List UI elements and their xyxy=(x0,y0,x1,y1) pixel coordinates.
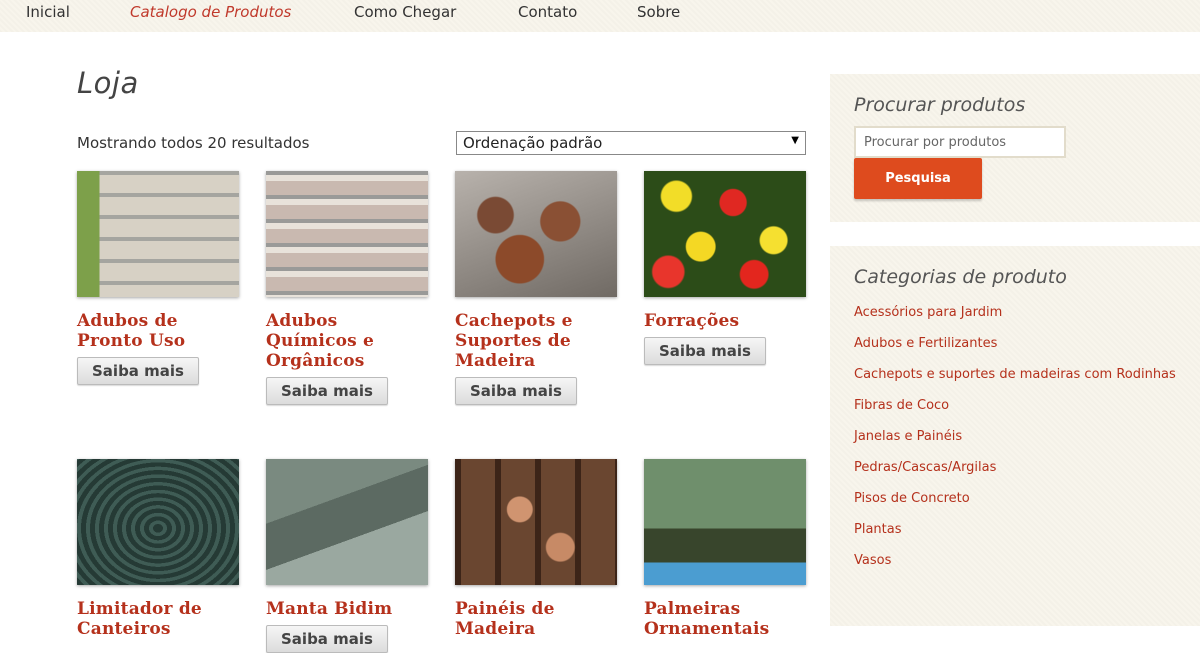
product-name[interactable]: Limitador de Canteiros xyxy=(77,599,239,639)
top-navigation: Inicial Catalogo de Produtos Como Chegar… xyxy=(0,0,1200,32)
category-link[interactable]: Vasos xyxy=(854,550,1176,571)
product-name[interactable]: Manta Bidim xyxy=(266,599,428,619)
saiba-mais-button[interactable]: Saiba mais xyxy=(77,357,199,385)
categories-widget-title: Categorias de produto xyxy=(854,266,1067,288)
product-image[interactable] xyxy=(77,459,239,585)
ordering-selected-value: Ordenação padrão xyxy=(463,134,603,152)
category-link[interactable]: Plantas xyxy=(854,519,1176,540)
search-input[interactable] xyxy=(854,126,1066,158)
nav-item-como-chegar[interactable]: Como Chegar xyxy=(354,3,456,21)
product-image[interactable] xyxy=(266,459,428,585)
category-link[interactable]: Adubos e Fertilizantes xyxy=(854,333,1176,354)
product-name[interactable]: Palmeiras Ornamentais xyxy=(644,599,806,639)
nav-item-catalogo[interactable]: Catalogo de Produtos xyxy=(130,3,291,21)
search-button[interactable]: Pesquisa xyxy=(854,158,982,199)
saiba-mais-button[interactable]: Saiba mais xyxy=(455,377,577,405)
search-widget: Procurar produtos Pesquisa xyxy=(830,74,1200,222)
category-link[interactable]: Janelas e Painéis xyxy=(854,426,1176,447)
saiba-mais-button[interactable]: Saiba mais xyxy=(266,377,388,405)
product-card: Palmeiras Ornamentais xyxy=(644,459,806,639)
product-image[interactable] xyxy=(77,171,239,297)
product-card: Adubos Químicos e Orgânicos Saiba mais xyxy=(266,171,428,405)
ordering-select[interactable]: Ordenação padrão ▼ xyxy=(456,131,806,155)
result-count: Mostrando todos 20 resultados xyxy=(77,134,310,152)
product-name[interactable]: Forrações xyxy=(644,311,806,331)
category-link[interactable]: Pisos de Concreto xyxy=(854,488,1176,509)
category-link[interactable]: Pedras/Cascas/Argilas xyxy=(854,457,1176,478)
product-name[interactable]: Adubos Químicos e Orgânicos xyxy=(266,311,428,371)
category-link[interactable]: Cachepots e suportes de madeiras com Rod… xyxy=(854,364,1176,385)
product-image[interactable] xyxy=(455,171,617,297)
nav-item-sobre[interactable]: Sobre xyxy=(637,3,680,21)
product-image[interactable] xyxy=(455,459,617,585)
search-widget-title: Procurar produtos xyxy=(854,94,1026,116)
dropdown-arrow-icon: ▼ xyxy=(791,135,799,146)
nav-item-inicial[interactable]: Inicial xyxy=(26,3,70,21)
product-card: Adubos de Pronto Uso Saiba mais xyxy=(77,171,239,385)
categories-widget: Categorias de produto Acessórios para Ja… xyxy=(830,246,1200,626)
product-name[interactable]: Cachepots e Suportes de Madeira xyxy=(455,311,617,371)
category-link[interactable]: Acessórios para Jardim xyxy=(854,302,1176,323)
nav-item-contato[interactable]: Contato xyxy=(518,3,577,21)
product-card: Painéis de Madeira xyxy=(455,459,617,639)
saiba-mais-button[interactable]: Saiba mais xyxy=(266,625,388,653)
product-image[interactable] xyxy=(266,171,428,297)
product-image[interactable] xyxy=(644,171,806,297)
product-card: Limitador de Canteiros xyxy=(77,459,239,639)
product-image[interactable] xyxy=(644,459,806,585)
page-title: Loja xyxy=(77,66,139,100)
category-link[interactable]: Fibras de Coco xyxy=(854,395,1176,416)
product-name[interactable]: Adubos de Pronto Uso xyxy=(77,311,239,351)
saiba-mais-button[interactable]: Saiba mais xyxy=(644,337,766,365)
product-card: Forrações Saiba mais xyxy=(644,171,806,365)
product-card: Manta Bidim Saiba mais xyxy=(266,459,428,653)
category-list: Acessórios para Jardim Adubos e Fertiliz… xyxy=(854,302,1176,571)
product-card: Cachepots e Suportes de Madeira Saiba ma… xyxy=(455,171,617,405)
product-name[interactable]: Painéis de Madeira xyxy=(455,599,617,639)
